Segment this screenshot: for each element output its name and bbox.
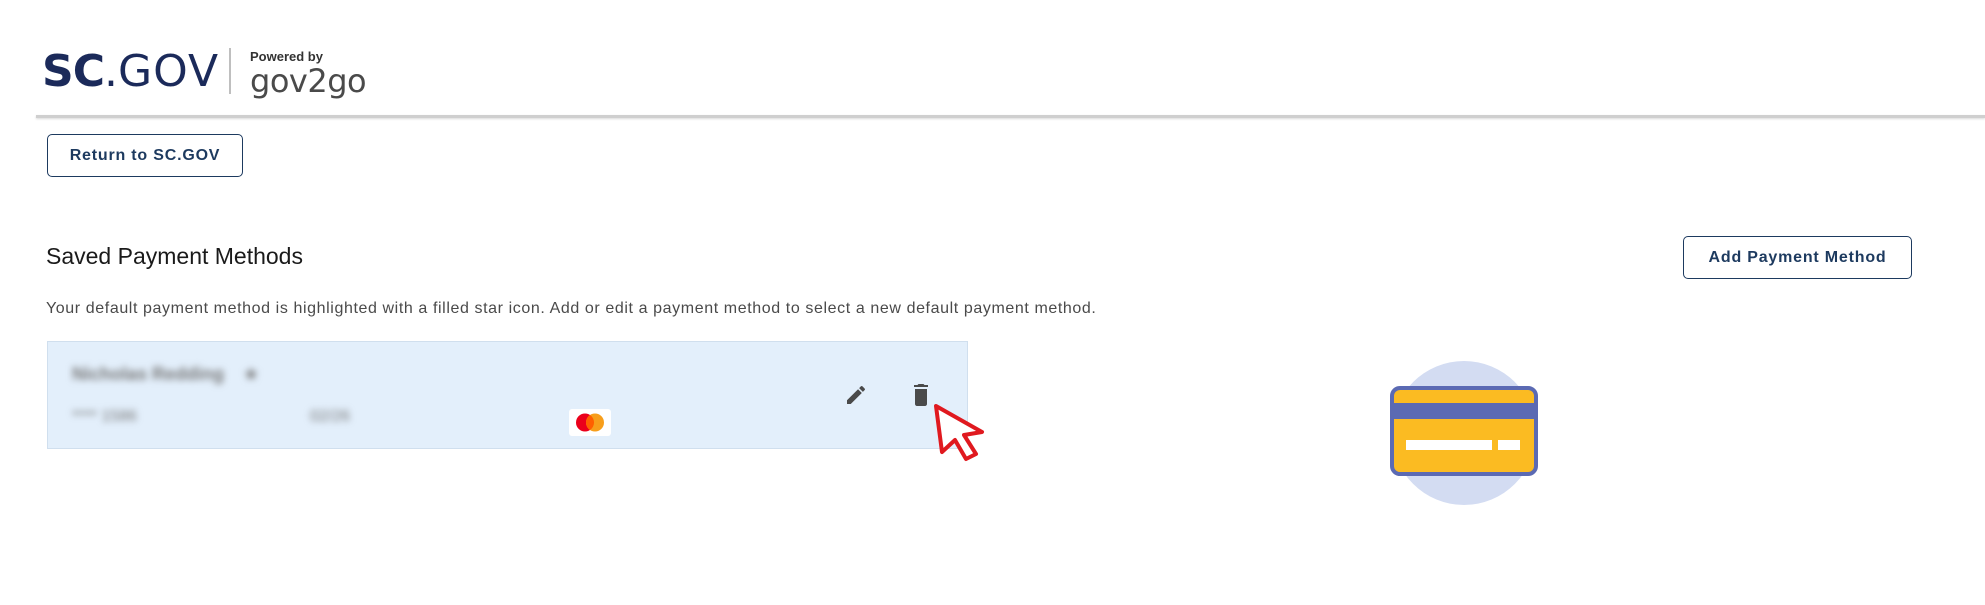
star-icon[interactable]: ★ [243, 364, 259, 384]
powered-brand-name: gov2go [250, 62, 367, 100]
cursor-arrow-icon [932, 402, 988, 467]
logo-gov-text: GOV [117, 46, 220, 97]
add-payment-method-button[interactable]: Add Payment Method [1683, 236, 1912, 279]
page-description: Your default payment method is highlight… [46, 300, 1097, 317]
card-number-masked: **** 1586 [72, 408, 137, 425]
cardholder-name: Nicholas Redding ★ [72, 364, 259, 385]
payment-method-card[interactable]: Nicholas Redding ★ **** 1586 02/26 [47, 341, 968, 449]
card-expiry: 02/26 [310, 408, 351, 425]
page-title: Saved Payment Methods [46, 243, 303, 269]
pencil-icon [847, 385, 866, 404]
logo-sc-text: SC [42, 46, 105, 97]
sc-gov-logo[interactable]: SC . GOV [42, 46, 219, 97]
header-divider [36, 115, 1985, 118]
cardholder-name-text: Nicholas Redding [72, 364, 225, 384]
site-header: SC . GOV Powered by gov2go [0, 0, 1985, 118]
logo-divider [229, 48, 231, 94]
mastercard-icon [569, 409, 611, 436]
credit-card-icon [1384, 358, 1544, 513]
edit-payment-button[interactable] [840, 379, 872, 411]
return-to-sc-gov-button[interactable]: Return to SC.GOV [47, 134, 243, 177]
gov2go-logo: Powered by gov2go [250, 50, 367, 100]
trash-icon [914, 384, 928, 406]
logo-dot-text: . [103, 46, 118, 97]
